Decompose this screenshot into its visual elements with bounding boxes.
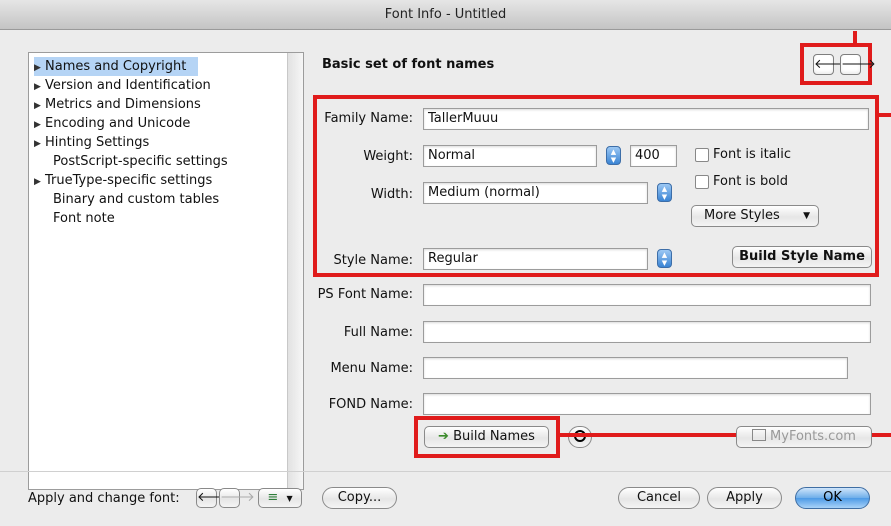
ps-font-name-field[interactable]	[423, 284, 871, 306]
weight-stepper[interactable]: ▲ ▼	[606, 146, 621, 165]
window-title: Font Info - Untitled	[0, 0, 891, 30]
footer-divider	[0, 471, 891, 472]
outline-item-font-note[interactable]: Font note	[34, 209, 115, 228]
full-name-label: Full Name:	[343, 325, 413, 340]
bold-label: Font is bold	[713, 174, 789, 189]
width-stepper[interactable]: ▲ ▼	[657, 183, 672, 202]
width-field[interactable]: Medium (normal)	[423, 182, 648, 204]
fond-name-label: FOND Name:	[328, 397, 413, 412]
arrow-right-green-icon: ➔	[438, 429, 449, 444]
annotation-line-family	[875, 113, 891, 117]
next-font-button[interactable]: 🡒	[219, 488, 255, 508]
style-name-field[interactable]: Regular	[423, 248, 648, 270]
build-names-button[interactable]: ➔ Build Names	[424, 426, 549, 448]
arrow-right-icon: 🡒	[841, 57, 876, 72]
outline-item-metrics[interactable]: ▶ Metrics and Dimensions	[34, 95, 201, 114]
font-info-window: ▶ Names and Copyright ▶ Version and Identi…	[0, 31, 891, 526]
style-name-stepper[interactable]: ▲ ▼	[657, 249, 672, 268]
weight-label: Weight:	[363, 149, 413, 164]
outline-scrollbar[interactable]	[287, 53, 303, 489]
weight-number-field[interactable]: 400	[630, 145, 677, 167]
previous-font-button[interactable]: 🡐	[196, 488, 232, 508]
outline-item-encoding[interactable]: ▶ Encoding and Unicode	[34, 114, 190, 133]
arrow-right-icon: 🡒	[220, 490, 255, 505]
style-name-label: Style Name:	[333, 253, 413, 268]
menu-name-field[interactable]	[423, 357, 848, 379]
family-name-field[interactable]: TallerMuuu	[423, 108, 869, 130]
outline-item-binary-tables[interactable]: Binary and custom tables	[34, 190, 219, 209]
italic-checkbox[interactable]	[695, 148, 709, 162]
outline-item-names-and-copyright[interactable]: ▶ Names and Copyright	[34, 57, 198, 76]
apply-button[interactable]: Apply	[707, 487, 782, 509]
category-outline[interactable]: ▶ Names and Copyright ▶ Version and Identi…	[28, 52, 304, 490]
annotation-line-nav	[853, 31, 857, 45]
chevron-down-icon: ▼	[286, 494, 293, 503]
ok-button[interactable]: OK	[795, 487, 870, 509]
more-styles-dropdown[interactable]: More Styles ▼	[691, 205, 819, 227]
next-section-button[interactable]: 🡒	[840, 54, 876, 75]
family-name-label: Family Name:	[324, 111, 413, 126]
list-icon: ≡	[267, 490, 279, 505]
bold-checkbox[interactable]	[695, 175, 709, 189]
outline-item-version[interactable]: ▶ Version and Identification	[34, 76, 211, 95]
cancel-button[interactable]: Cancel	[618, 487, 700, 509]
menu-name-label: Menu Name:	[330, 361, 413, 376]
build-style-name-button[interactable]: Build Style Name	[732, 246, 872, 268]
chevron-down-icon: ▼	[803, 211, 810, 221]
help-button[interactable]	[568, 426, 592, 448]
full-name-field[interactable]	[423, 321, 871, 343]
section-title: Basic set of font names	[322, 57, 495, 72]
copy-button[interactable]: Copy...	[322, 487, 397, 509]
font-list-dropdown[interactable]: ≡ ▼	[258, 488, 302, 508]
italic-label: Font is italic	[713, 147, 791, 162]
myfonts-logo-icon	[752, 429, 767, 441]
fond-name-field[interactable]	[423, 393, 871, 415]
previous-section-button[interactable]: 🡐	[813, 54, 849, 75]
outline-item-hinting[interactable]: ▶ Hinting Settings	[34, 133, 149, 152]
myfonts-button[interactable]: MyFonts.com	[736, 426, 872, 448]
outline-item-postscript[interactable]: PostScript-specific settings	[34, 152, 228, 171]
outline-item-truetype[interactable]: ▶ TrueType-specific settings	[34, 171, 212, 190]
ps-font-name-label: PS Font Name:	[317, 287, 413, 302]
width-label: Width:	[370, 187, 413, 202]
weight-field[interactable]: Normal	[423, 145, 597, 167]
apply-change-font-label: Apply and change font:	[28, 491, 180, 506]
